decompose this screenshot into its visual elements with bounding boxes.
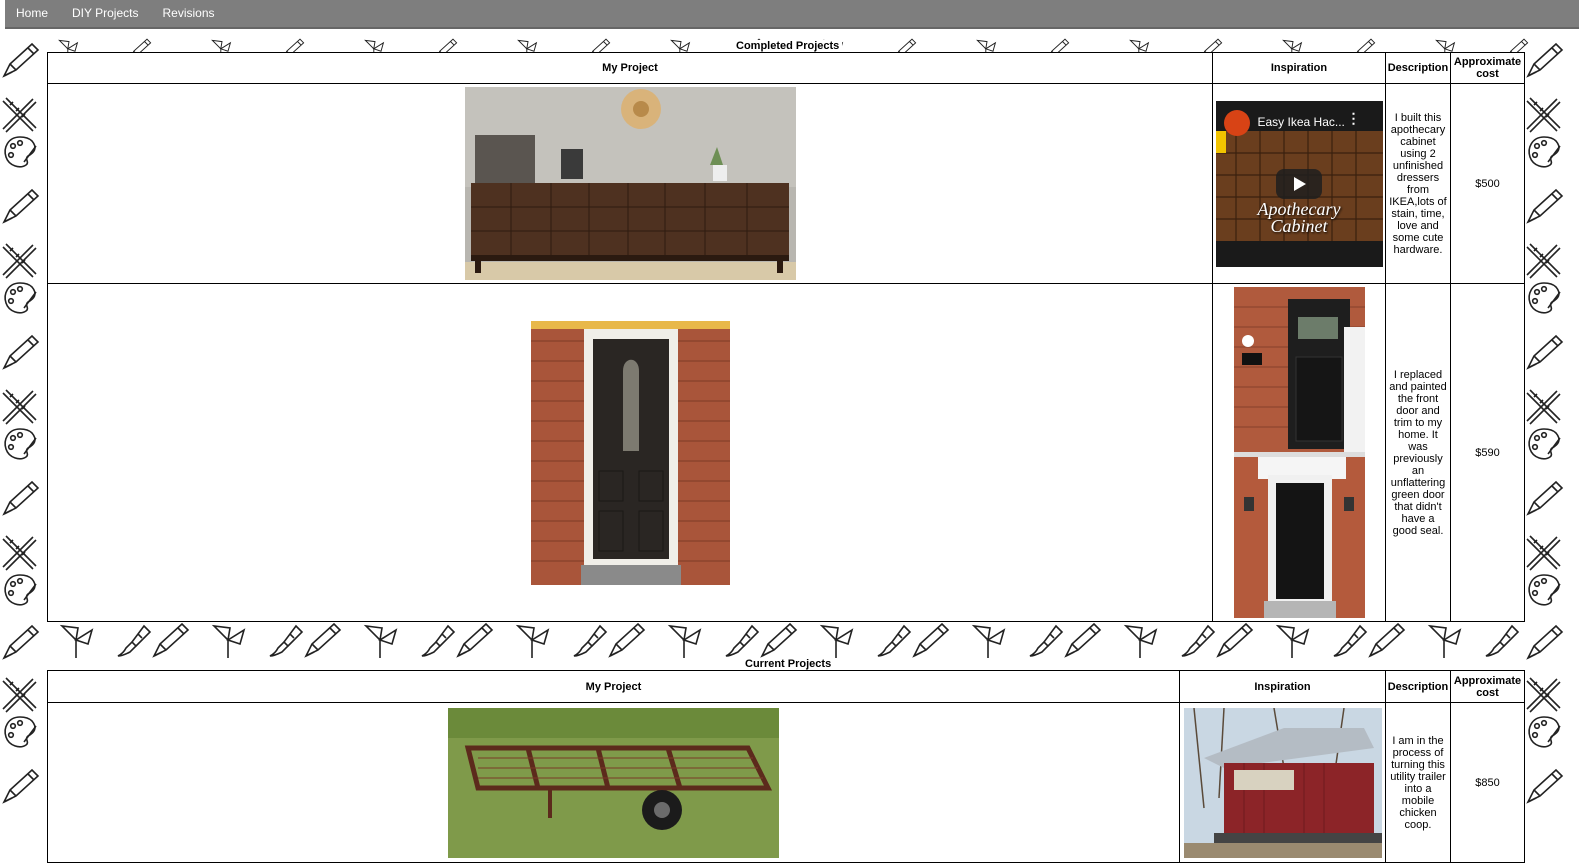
description-cell: I built this apothecary cabinet using 2 … [1385,83,1451,284]
top-nav: Home DIY Projects Revisions [5,0,1579,29]
completed-projects-table: My Project Inspiration Description Appro… [47,52,1525,622]
more-options-icon[interactable]: ⋮ [1347,111,1361,125]
caption-line-2: Cabinet [1270,215,1328,236]
door-inspiration-image [1233,287,1365,618]
nav-revisions-link[interactable]: Revisions [150,2,226,25]
table-header-row: My Project Inspiration Description Appro… [47,52,1525,84]
inspiration-cell: Easy Ikea Hac... ⋮ Apothecary Cabinet [1212,83,1386,284]
nav-diy-projects-link[interactable]: DIY Projects [60,2,150,25]
cost-cell: $590 [1450,283,1525,622]
front-door-image [530,320,730,585]
cost-cell: $850 [1450,702,1525,863]
header-approximate-cost: Approximate cost [1450,670,1525,703]
play-button[interactable] [1275,168,1322,199]
header-inspiration: Inspiration [1179,670,1386,703]
table-row: Easy Ikea Hac... ⋮ Apothecary Cabinet I … [47,83,1525,284]
cost-cell: $500 [1450,83,1525,284]
description-cell: I replaced and painted the front door an… [1385,283,1451,622]
nav-home-link[interactable]: Home [5,2,60,25]
description-cell: I am in the process of turning this util… [1385,702,1451,863]
caption-line-1: Apothecary [1257,198,1341,219]
header-inspiration: Inspiration [1212,52,1386,84]
current-projects-caption: Current Projects [742,658,835,670]
header-my-project: My Project [47,52,1213,84]
video-overlay-caption: Apothecary Cabinet [1216,198,1383,236]
header-description: Description [1385,670,1451,703]
completed-projects-caption: Completed Projects [733,40,843,52]
project-image-cell [47,283,1213,622]
table-row: I replaced and painted the front door an… [47,283,1525,622]
header-description: Description [1385,52,1451,84]
inspiration-cell [1179,702,1386,863]
current-projects-table: My Project Inspiration Description Appro… [47,670,1525,863]
project-image-cell [47,83,1213,284]
chicken-coop-inspiration-image [1183,707,1382,858]
table-row: I am in the process of turning this util… [47,702,1525,863]
project-image-cell [47,702,1180,863]
apothecary-cabinet-image [464,87,796,280]
inspiration-cell [1212,283,1386,622]
header-my-project: My Project [47,670,1180,703]
channel-avatar [1223,109,1250,136]
video-title: Easy Ikea Hac... [1257,114,1345,129]
header-approximate-cost: Approximate cost [1450,52,1525,84]
table-header-row: My Project Inspiration Description Appro… [47,670,1525,703]
inspiration-video-embed[interactable]: Easy Ikea Hac... ⋮ Apothecary Cabinet [1215,100,1383,267]
utility-trailer-image [448,707,779,858]
